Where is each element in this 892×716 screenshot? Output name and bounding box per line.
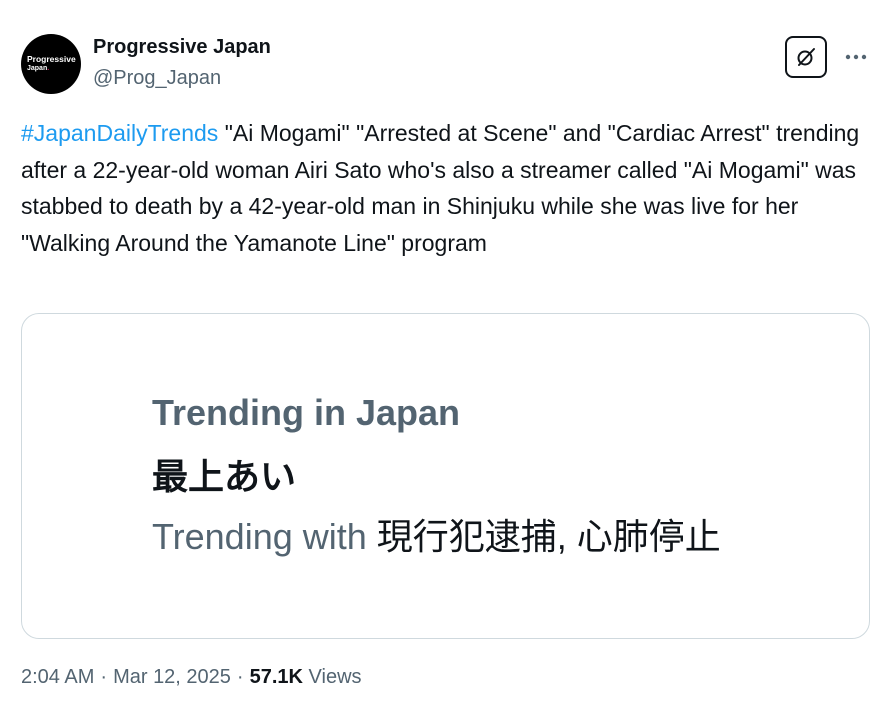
hashtag-link[interactable]: #JapanDailyTrends [21, 120, 218, 146]
tweet-date[interactable]: Mar 12, 2025 [113, 666, 231, 688]
trend-image-card[interactable]: Trending in Japan 最上あい Trending with 現行犯… [21, 313, 870, 639]
tweet-text: #JapanDailyTrends "Ai Mogami" "Arrested … [21, 115, 881, 261]
card-trending-with: Trending with 現行犯逮捕, 心肺停止 [152, 508, 721, 560]
card-trend-topic: 最上あい [152, 456, 297, 497]
views-count[interactable]: 57.1K [250, 666, 303, 688]
meta-separator: · [100, 666, 108, 688]
avatar-dot: . [47, 65, 50, 72]
avatar-text-line1: Progressive [27, 54, 76, 64]
card-trending-with-label: Trending with [152, 516, 377, 557]
avatar-text-japan: Japan [27, 65, 48, 72]
grok-button[interactable] [785, 36, 827, 78]
more-icon [845, 54, 867, 60]
meta-separator: · [236, 666, 244, 688]
more-options-button[interactable] [840, 44, 872, 70]
card-trending-with-terms: 現行犯逮捕, 心肺停止 [376, 516, 721, 557]
avatar-text-line2: Japan. [27, 64, 49, 74]
tweet-meta: 2:04 AM · Mar 12, 2025 · 57.1K Views [21, 666, 362, 689]
author-handle[interactable]: @Prog_Japan [93, 67, 221, 90]
avatar[interactable]: Progressive Japan. [21, 34, 81, 94]
tweet-time[interactable]: 2:04 AM [21, 666, 94, 688]
views-label: Views [302, 666, 362, 688]
author-display-name[interactable]: Progressive Japan [93, 36, 271, 59]
card-trending-label: Trending in Japan [152, 392, 461, 433]
grok-icon [797, 48, 815, 66]
